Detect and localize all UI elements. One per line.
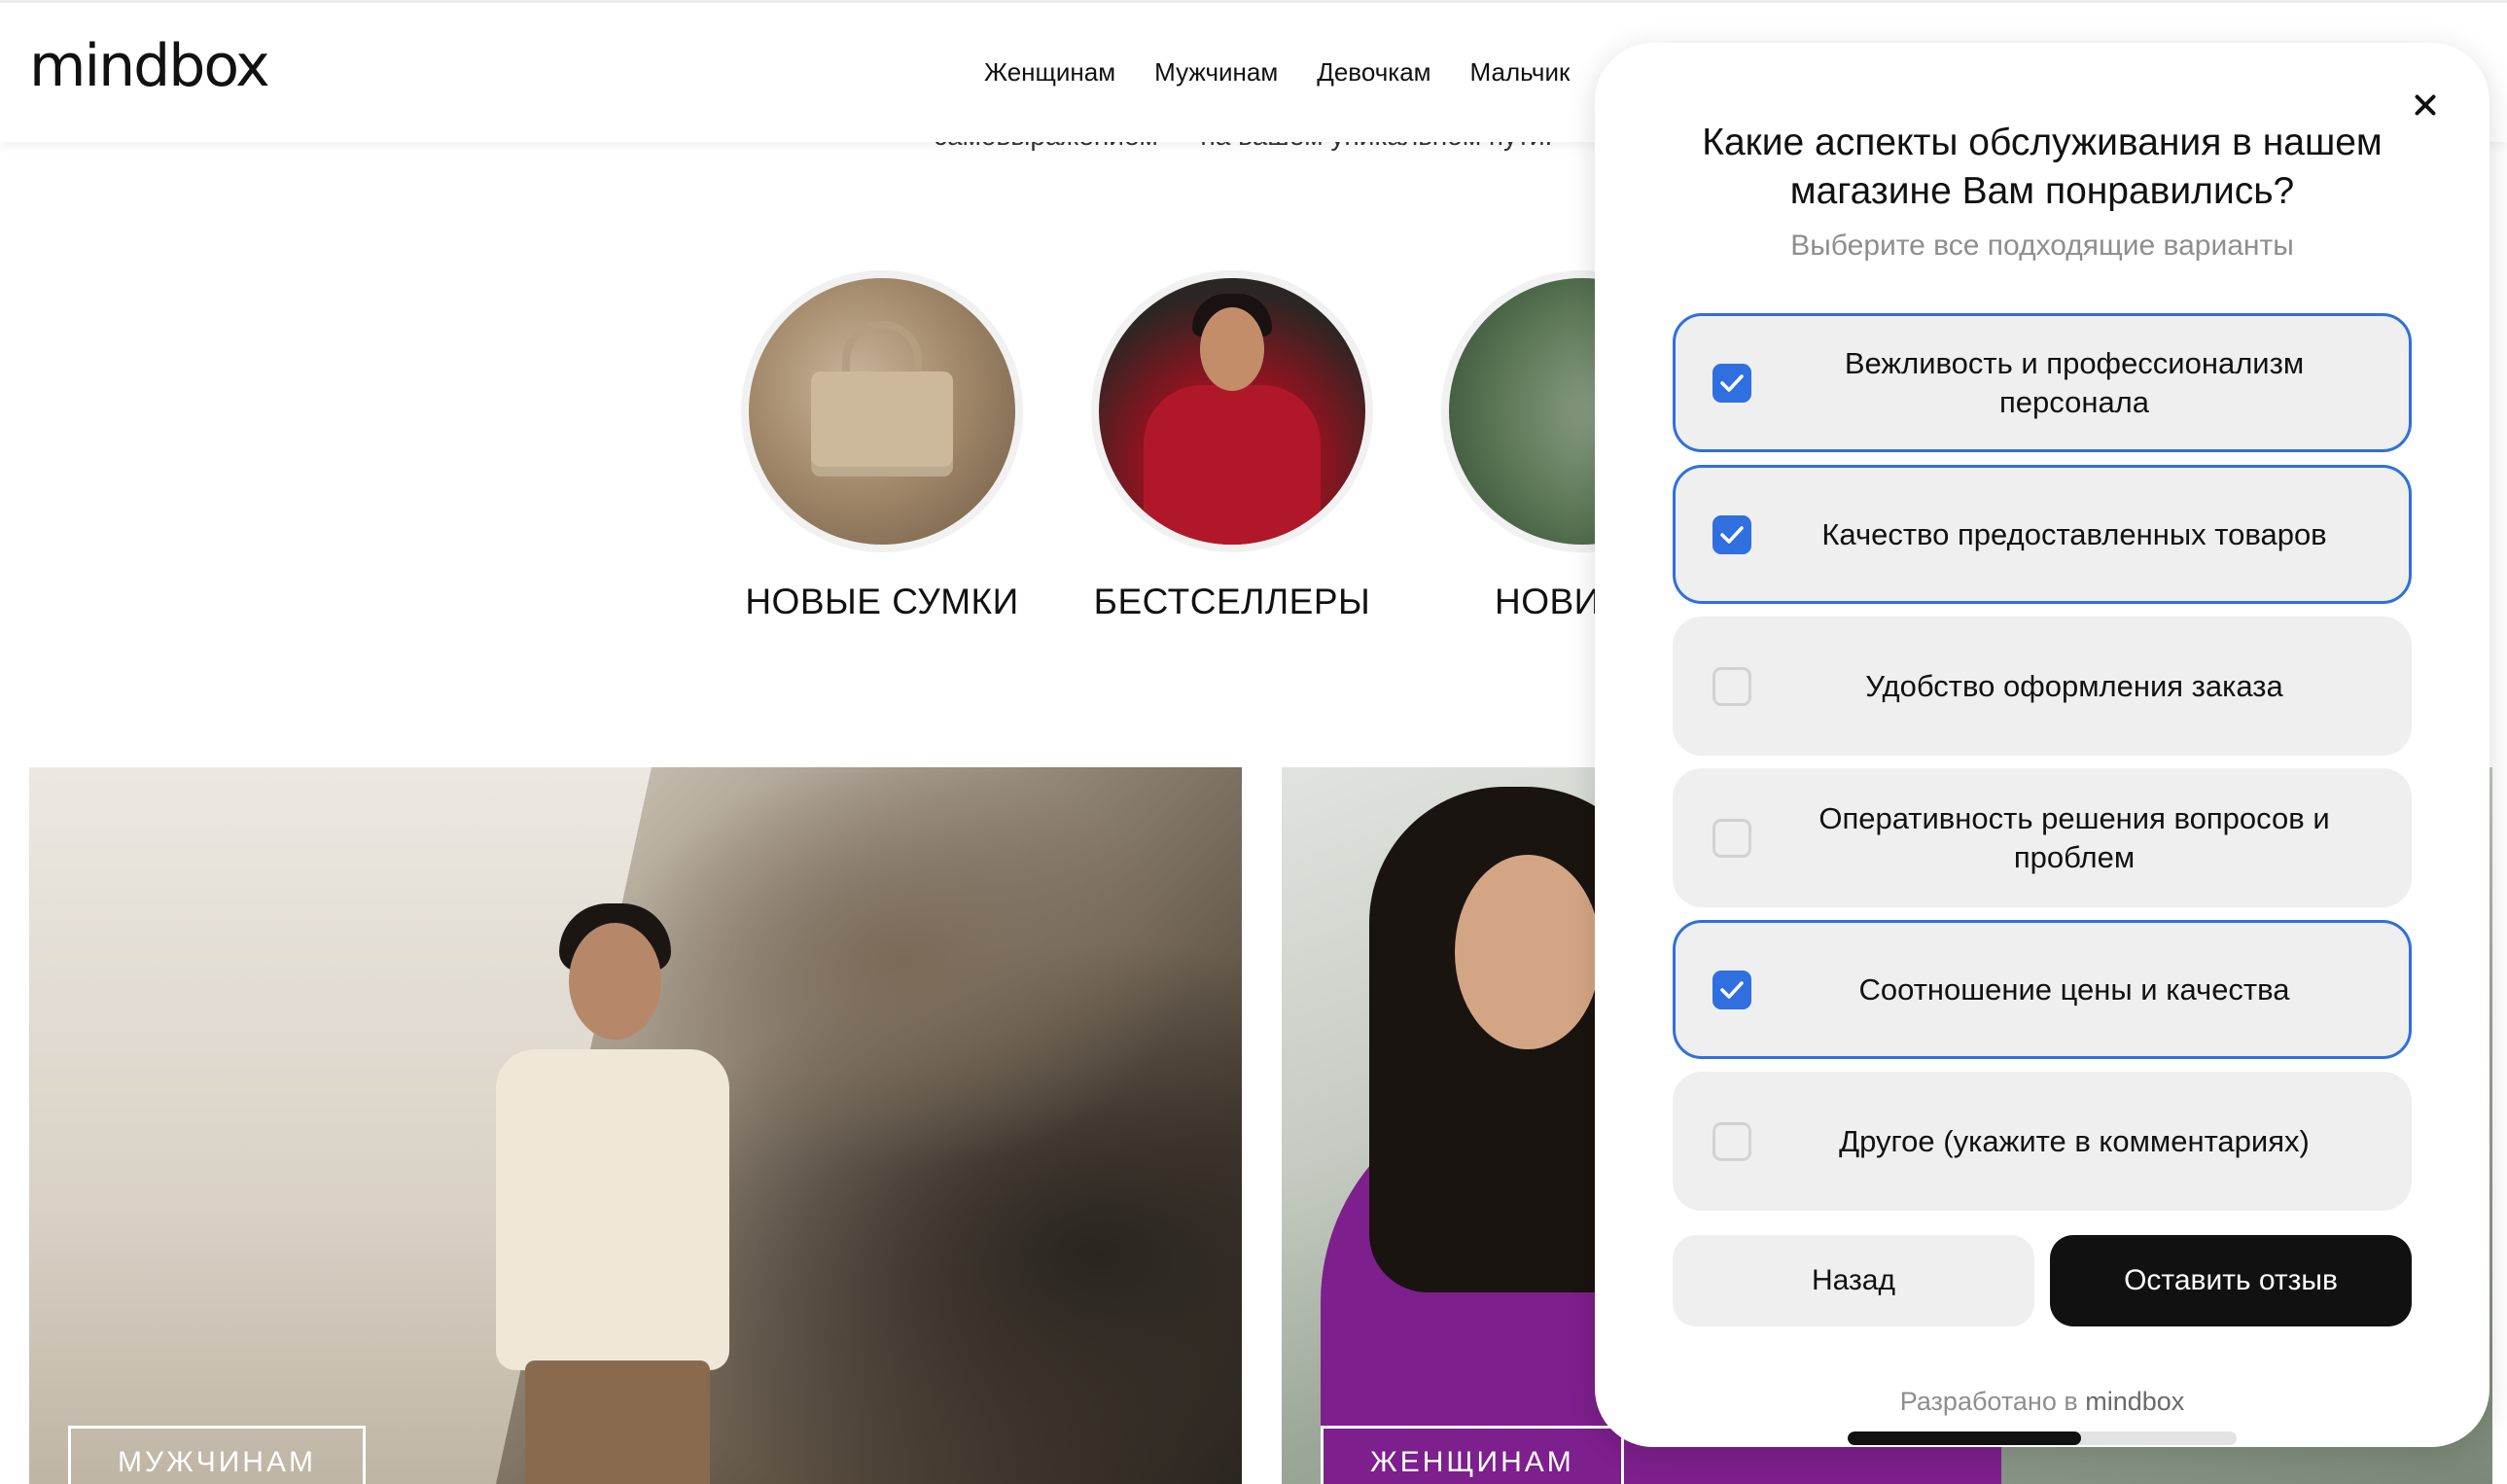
survey-option[interactable]: Вежливость и профессионализм персонала bbox=[1673, 313, 2412, 452]
category-image-frame bbox=[741, 270, 1023, 552]
option-label: Другое (укажите в комментариях) bbox=[1839, 1123, 2310, 1158]
checkbox[interactable] bbox=[1713, 970, 1751, 1009]
site-logo[interactable]: mindbox bbox=[29, 32, 270, 100]
man-shirt-shape bbox=[496, 1049, 729, 1370]
survey-option[interactable]: Удобство оформления заказа bbox=[1673, 617, 2412, 756]
nav-item-women[interactable]: Женщинам bbox=[984, 57, 1115, 88]
category-label: БЕСТСЕЛЛЕРЫ bbox=[1093, 582, 1371, 621]
powered-by-prefix: Разработано в bbox=[1899, 1387, 2078, 1416]
nav-item-boys[interactable]: Мальчик bbox=[1470, 57, 1571, 88]
survey-progress-bar bbox=[1848, 1431, 2237, 1445]
option-label: Соотношение цены и качества bbox=[1858, 972, 2290, 1007]
checkbox[interactable] bbox=[1713, 1121, 1751, 1161]
category-image-frame bbox=[1091, 270, 1373, 552]
checkbox[interactable] bbox=[1713, 363, 1751, 403]
bag-shape bbox=[811, 371, 953, 477]
man-shorts-shape bbox=[525, 1360, 710, 1484]
option-label: Удобство оформления заказа bbox=[1865, 668, 2283, 703]
nav-item-men[interactable]: Мужчинам bbox=[1154, 57, 1278, 88]
banner-men[interactable]: МУЖЧИНАМ bbox=[29, 767, 1242, 1484]
bag-handle-shape bbox=[842, 321, 922, 379]
survey-progress-fill bbox=[1848, 1431, 2081, 1445]
checkmark-icon bbox=[1720, 373, 1744, 392]
survey-modal: Какие аспекты обслуживания в нашем магаз… bbox=[1595, 43, 2489, 1447]
back-button[interactable]: Назад bbox=[1673, 1235, 2034, 1326]
checkmark-icon bbox=[1720, 980, 1744, 999]
powered-by[interactable]: Разработано в mindbox bbox=[1653, 1387, 2431, 1417]
survey-option[interactable]: Соотношение цены и качества bbox=[1673, 920, 2412, 1059]
powered-by-brand: mindbox bbox=[2085, 1387, 2185, 1416]
checkmark-icon bbox=[1720, 525, 1744, 544]
option-label: Вежливость и профессионализм персонала bbox=[1844, 345, 2305, 419]
submit-review-button[interactable]: Оставить отзыв bbox=[2050, 1235, 2412, 1326]
survey-option[interactable]: Качество предоставленных товаров bbox=[1673, 465, 2412, 604]
category-image bbox=[749, 278, 1015, 545]
option-label: Качество предоставленных товаров bbox=[1821, 516, 2327, 551]
category-bestsellers[interactable]: БЕСТСЕЛЛЕРЫ bbox=[1091, 270, 1373, 622]
men-button[interactable]: МУЖЧИНАМ bbox=[68, 1426, 366, 1484]
checkbox[interactable] bbox=[1713, 818, 1751, 858]
survey-question: Какие аспекты обслуживания в нашем магаз… bbox=[1702, 122, 2383, 212]
woman-face-shape bbox=[1455, 855, 1601, 1049]
women-button[interactable]: ЖЕНЩИНАМ bbox=[1321, 1426, 1624, 1484]
checkbox[interactable] bbox=[1713, 514, 1751, 554]
category-image bbox=[1099, 278, 1365, 545]
option-label: Оперативность решения вопросов и проблем bbox=[1818, 800, 2330, 874]
survey-hint: Выберите все подходящие варианты bbox=[1790, 230, 2294, 262]
category-new-bags[interactable]: НОВЫЕ СУМКИ bbox=[741, 270, 1023, 622]
nav-item-girls[interactable]: Девочкам bbox=[1317, 57, 1430, 88]
face-shape bbox=[1200, 307, 1264, 391]
main-nav: Женщинам Мужчинам Девочкам Мальчик bbox=[984, 57, 1570, 88]
category-label: НОВЫЕ СУМКИ bbox=[745, 582, 1019, 621]
survey-option[interactable]: Оперативность решения вопросов и проблем bbox=[1673, 768, 2412, 907]
jacket-shape bbox=[1144, 385, 1321, 545]
checkbox[interactable] bbox=[1713, 666, 1751, 706]
survey-option[interactable]: Другое (укажите в комментариях) bbox=[1673, 1072, 2412, 1211]
man-head-shape bbox=[569, 923, 661, 1040]
